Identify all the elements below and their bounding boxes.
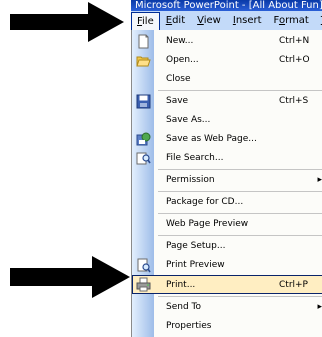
menu-item-new[interactable]: New... Ctrl+N	[132, 32, 322, 51]
menu-item-save-as-web-page[interactable]: Save as Web Page...	[132, 130, 322, 149]
submenu-arrow-icon: ▸	[317, 302, 322, 312]
menu-insert[interactable]: Insert	[227, 12, 268, 30]
menu-item-web-page-preview[interactable]: Web Page Preview	[132, 215, 322, 234]
menu-separator	[158, 90, 322, 91]
menu-edit[interactable]: Edit	[160, 12, 191, 30]
save-disk-icon	[136, 94, 151, 109]
menu-item-label: New...	[166, 36, 194, 46]
menu-item-package-for-cd[interactable]: Package for CD...	[132, 193, 322, 212]
menu-item-label: Package for CD...	[166, 197, 244, 207]
menu-item-shortcut: Ctrl+S	[279, 96, 309, 106]
menu-item-label: Save	[166, 96, 189, 106]
screenshot-stage: Microsoft PowerPoint - [All About Fun] F…	[0, 0, 322, 337]
open-folder-icon	[136, 56, 151, 67]
menu-item-label: Save as Web Page...	[166, 134, 257, 144]
menu-item-print-preview[interactable]: Print Preview	[132, 256, 322, 275]
menu-item-label: Send To	[166, 302, 202, 312]
file-menu-dropdown: New... Ctrl+N Open... Ctrl+O Close Save	[131, 30, 322, 337]
file-search-icon	[136, 152, 151, 165]
menu-item-label: Properties	[166, 321, 212, 331]
menu-item-label: Close	[166, 74, 191, 84]
menu-item-label: Permission	[166, 175, 215, 185]
print-preview-icon	[137, 258, 151, 273]
menu-item-shortcut: Ctrl+O	[279, 55, 310, 65]
web-page-icon	[136, 132, 151, 146]
menu-file-rest: ile	[142, 15, 154, 27]
menu-view-accel: V	[197, 14, 204, 26]
menu-item-save-as[interactable]: Save As...	[132, 111, 322, 130]
menu-insert-rest: nsert	[235, 14, 262, 26]
window-title: Microsoft PowerPoint - [All About Fun]	[135, 0, 322, 11]
menu-item-label: Print Preview	[166, 260, 225, 270]
menu-item-open[interactable]: Open... Ctrl+O	[132, 51, 322, 70]
menu-item-close[interactable]: Close	[132, 70, 322, 89]
menu-item-print[interactable]: Print... Ctrl+P	[132, 275, 322, 294]
menu-item-properties[interactable]: Properties	[132, 317, 322, 336]
menu-separator	[158, 191, 322, 192]
menu-item-send-to[interactable]: Send To ▸	[132, 298, 322, 317]
menu-view[interactable]: View	[191, 12, 227, 30]
menu-view-rest: iew	[203, 14, 221, 26]
menu-item-label: Open...	[166, 55, 199, 65]
pointer-arrow-file-icon	[10, 2, 124, 42]
menu-format-rest: rmat	[285, 14, 309, 26]
menu-item-permission[interactable]: Permission ▸	[132, 171, 322, 190]
menu-item-shortcut: Ctrl+P	[279, 280, 308, 290]
menu-item-label: Web Page Preview	[166, 219, 249, 229]
menu-item-file-search[interactable]: File Search...	[132, 149, 322, 168]
menu-item-label: File Search...	[166, 153, 224, 163]
menu-item-label: Save As...	[166, 115, 211, 125]
menu-item-shortcut: Ctrl+N	[279, 36, 310, 46]
menu-file[interactable]: File	[131, 11, 160, 30]
menu-tools[interactable]: To	[315, 12, 322, 30]
menu-separator	[158, 235, 322, 236]
menu-format[interactable]: Format	[268, 12, 315, 30]
new-document-icon	[138, 34, 149, 49]
pointer-arrow-print-icon	[10, 256, 130, 298]
menu-item-page-setup[interactable]: Page Setup...	[132, 237, 322, 256]
menu-edit-rest: dit	[172, 14, 186, 26]
menu-separator	[158, 213, 322, 214]
menu-bar: File Edit View Insert Format To	[131, 11, 322, 31]
window-title-bar: Microsoft PowerPoint - [All About Fun]	[131, 0, 322, 11]
menu-item-save[interactable]: Save Ctrl+S	[132, 92, 322, 111]
menu-item-label: Print...	[166, 280, 196, 290]
submenu-arrow-icon: ▸	[317, 175, 322, 185]
menu-item-label: Page Setup...	[166, 241, 226, 251]
menu-separator	[158, 296, 322, 297]
printer-icon	[136, 277, 151, 292]
menu-separator	[158, 169, 322, 170]
